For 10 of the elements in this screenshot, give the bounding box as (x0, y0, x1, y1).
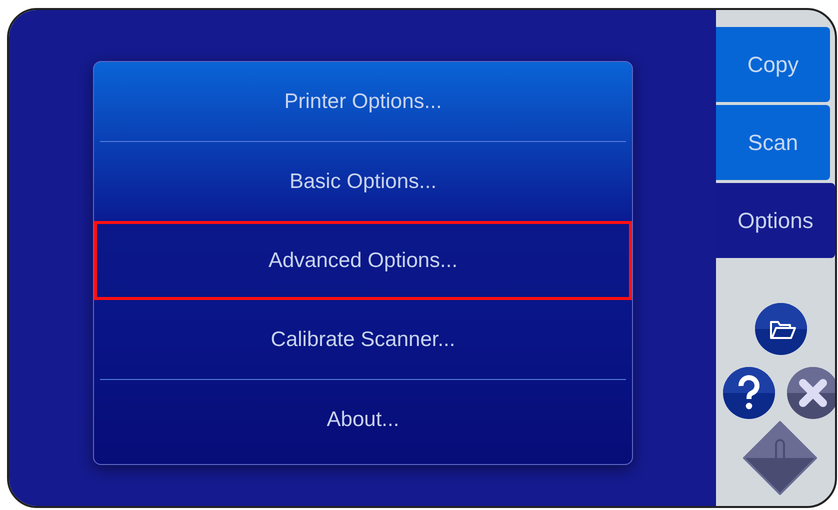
folder-icon[interactable] (754, 302, 808, 356)
menu-item[interactable]: Calibrate Scanner... (94, 300, 632, 379)
tab[interactable]: Options (716, 183, 835, 258)
tab[interactable]: Copy (716, 27, 830, 102)
tab[interactable]: Scan (716, 105, 830, 180)
help-icon[interactable] (722, 366, 776, 420)
menu-item[interactable]: Printer Options... (94, 62, 632, 141)
menu-item[interactable]: Advanced Options... (94, 221, 632, 300)
menu-item[interactable]: About... (94, 380, 632, 459)
menu-item[interactable]: Basic Options... (94, 142, 632, 221)
